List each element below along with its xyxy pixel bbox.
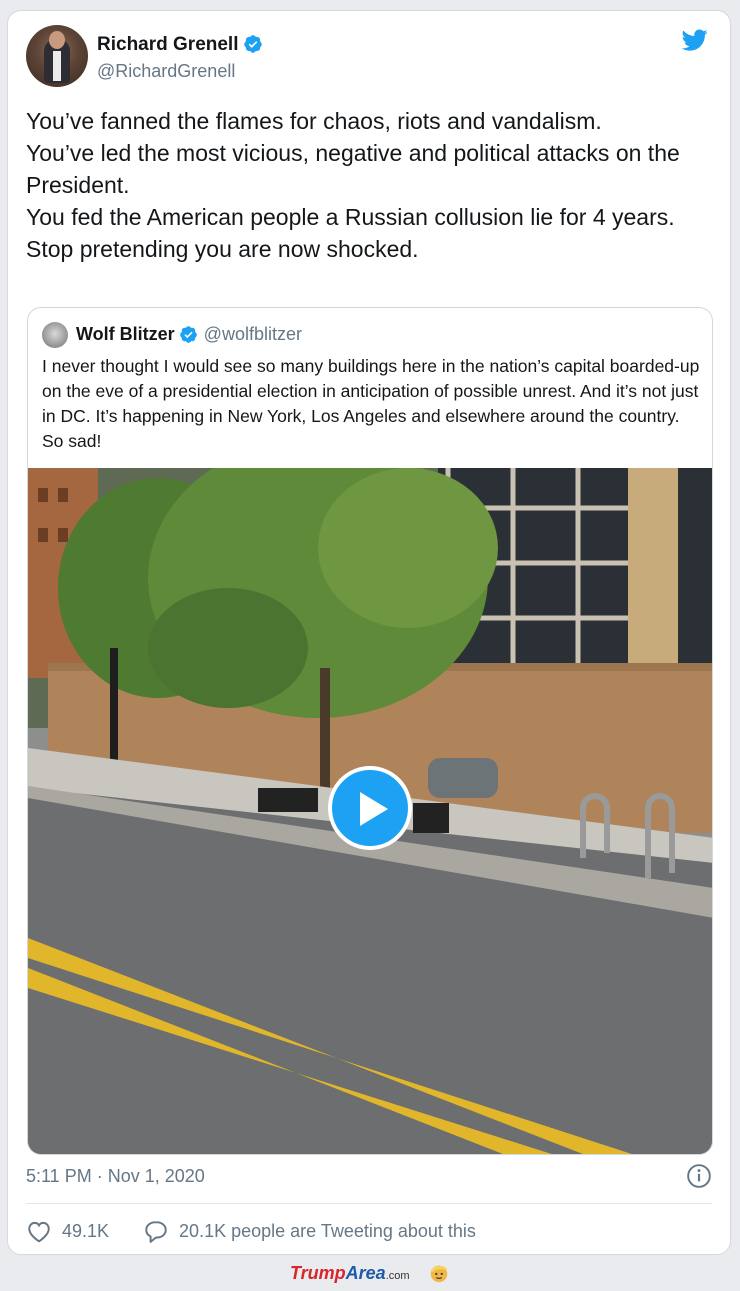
brand-com: .com — [385, 1269, 410, 1282]
reply-icon — [145, 1221, 167, 1243]
twitter-bird-icon[interactable] — [680, 27, 710, 53]
trumparea-logo: TrumpArea.com — [290, 1263, 410, 1284]
brand-trump: Trump — [290, 1262, 346, 1283]
author-name[interactable]: Richard Grenell — [97, 34, 263, 56]
play-icon — [360, 792, 388, 826]
tweeting-about-text: 20.1K people are Tweeting about this — [179, 1220, 476, 1241]
tweet-line: You fed the American people a Russian co… — [26, 204, 675, 230]
tweet-actions: 49.1K 20.1K people are Tweeting about th… — [26, 1219, 476, 1243]
author-name-text[interactable]: Richard Grenell — [97, 34, 239, 55]
tweet-line: You’ve led the most vicious, negative an… — [26, 140, 687, 198]
tweet-timestamp[interactable]: 5:11 PM · Nov 1, 2020 — [26, 1166, 205, 1187]
verified-icon — [243, 35, 262, 53]
tweet-line: Stop pretending you are now shocked. — [26, 236, 419, 262]
quoted-tweet[interactable]: Wolf Blitzer @wolfblitzer I never thought… — [27, 307, 713, 1155]
video-player[interactable] — [28, 468, 712, 1154]
tweet-text: You’ve fanned the flames for chaos, riot… — [26, 105, 716, 265]
quoted-author-name[interactable]: Wolf Blitzer — [76, 324, 175, 344]
author-avatar[interactable] — [26, 25, 88, 87]
watermark-footer: TrumpArea.com — [0, 1262, 740, 1291]
reply-button[interactable]: 20.1K people are Tweeting about this — [143, 1219, 476, 1243]
quoted-author-avatar[interactable] — [42, 322, 68, 348]
tweet-card: Richard Grenell @RichardGrenell You’ve f… — [7, 10, 731, 1255]
verified-icon — [179, 326, 197, 343]
trump-face-icon — [430, 1265, 448, 1283]
like-count: 49.1K — [62, 1220, 110, 1241]
brand-area: Area — [345, 1262, 386, 1283]
info-icon[interactable] — [686, 1163, 712, 1189]
author-handle[interactable]: @RichardGrenell — [97, 61, 235, 82]
quoted-author-handle[interactable]: @wolfblitzer — [204, 324, 302, 344]
like-button[interactable]: 49.1K — [26, 1219, 109, 1243]
quoted-text: I never thought I would see so many buil… — [42, 356, 700, 451]
tweet-line: You’ve fanned the flames for chaos, riot… — [26, 108, 602, 134]
divider — [26, 1203, 712, 1204]
heart-icon — [28, 1221, 50, 1243]
play-button[interactable] — [328, 766, 412, 850]
quoted-author[interactable]: Wolf Blitzer @wolfblitzer — [76, 324, 302, 345]
